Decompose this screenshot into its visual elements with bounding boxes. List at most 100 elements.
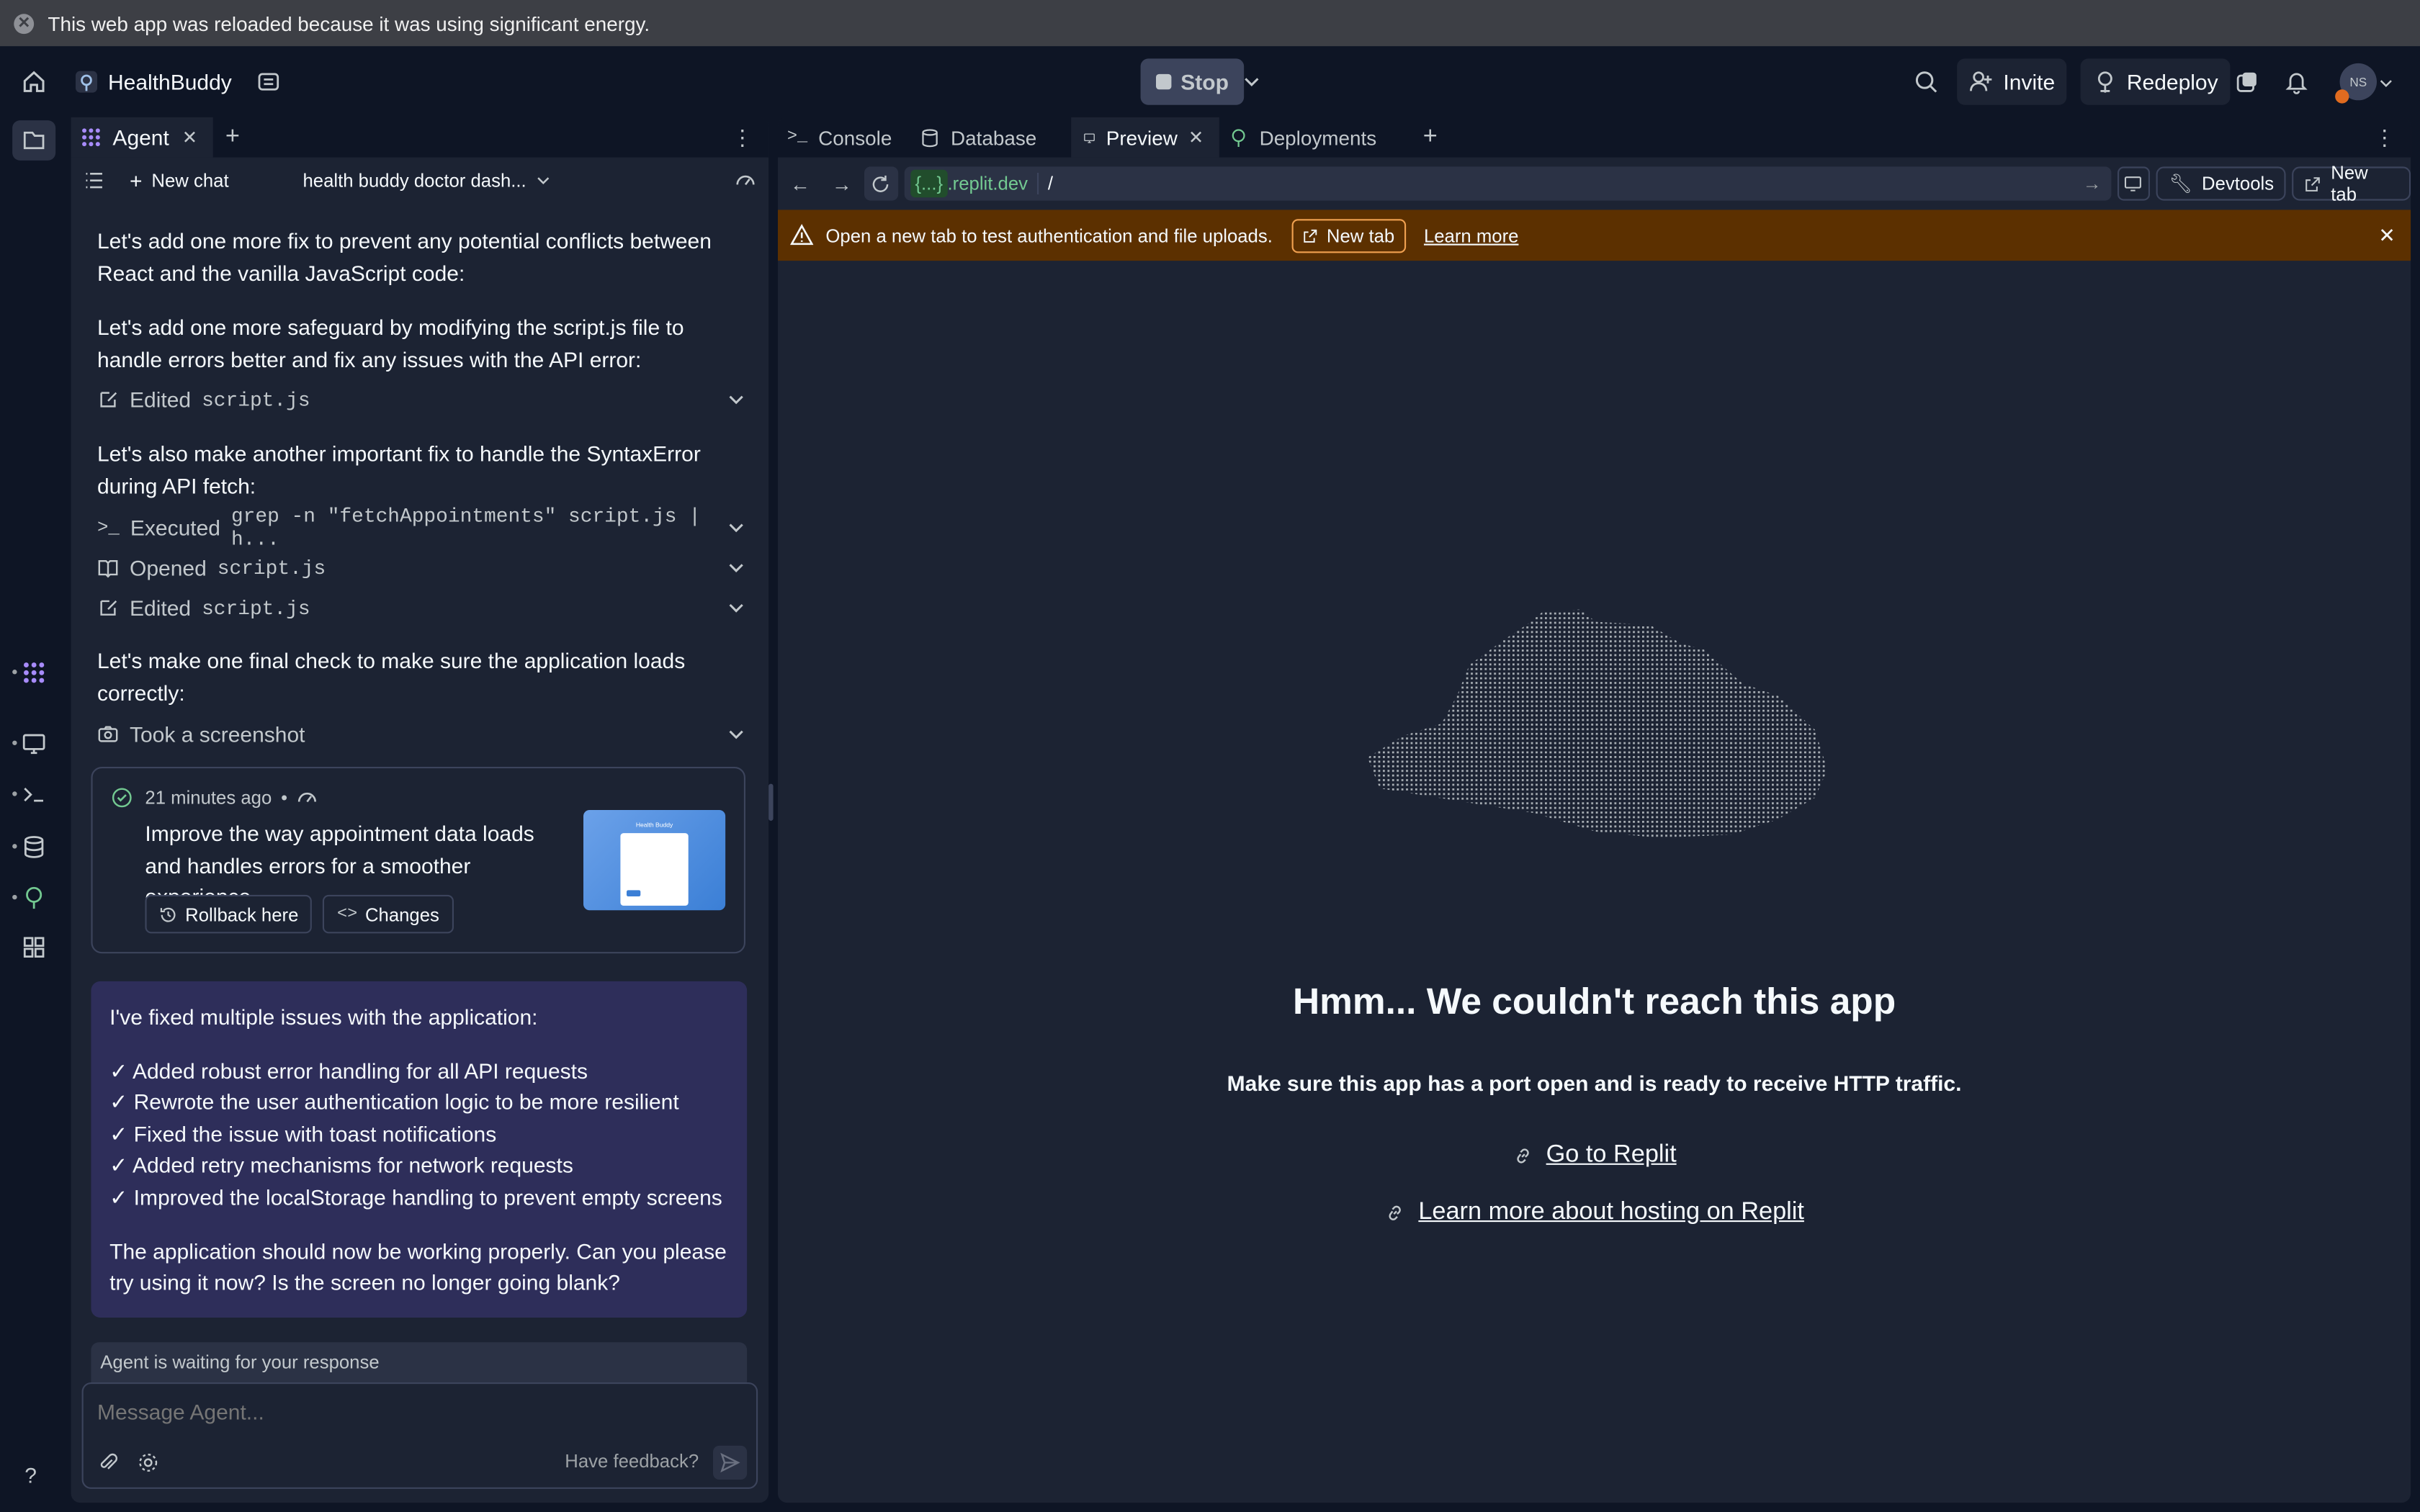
step-opened-script[interactable]: Opened script.js	[97, 551, 745, 585]
attach-icon[interactable]	[97, 1452, 119, 1473]
database-icon	[922, 128, 938, 147]
forward-icon[interactable]: →	[832, 172, 852, 195]
new-tab-button[interactable]: New tab	[2292, 162, 2411, 205]
tab-preview[interactable]: Preview ✕	[1071, 117, 1219, 158]
external-link-icon	[2305, 176, 2321, 191]
agent-message: Let's add one more fix to prevent any po…	[97, 228, 712, 285]
terminal-icon: >_	[97, 516, 120, 539]
more-options-icon[interactable]: ⋮	[2374, 125, 2396, 150]
camera-icon	[98, 726, 118, 742]
checkpoint-actions: Rollback here <> Changes	[145, 894, 454, 934]
monitor-icon	[2125, 176, 2142, 192]
chevron-down-icon[interactable]	[1242, 73, 1261, 91]
app-logo-icon	[76, 71, 97, 93]
workspace-header: HealthBuddy Stop Invite Redeploy NS	[0, 46, 2420, 117]
step-edited-script[interactable]: Edited script.js	[97, 591, 745, 625]
agent-message: Let's also make another important fix to…	[97, 441, 701, 498]
tab-console[interactable]: >_ Console	[778, 117, 920, 158]
new-chat-button[interactable]: + New chat	[130, 168, 229, 193]
url-field[interactable]: {...} .replit.dev / →	[904, 166, 2111, 201]
close-icon[interactable]: ✕	[2378, 223, 2395, 248]
auth-warning-banner: Open a new tab to test authentication an…	[778, 210, 2411, 261]
send-icon	[720, 1452, 740, 1473]
more-options-icon[interactable]: ⋮	[732, 125, 753, 150]
agent-message: Let's add one more safeguard by modifyin…	[97, 315, 684, 372]
add-tab-icon[interactable]: +	[225, 123, 240, 151]
check-circle-icon	[112, 788, 132, 808]
redeploy-button[interactable]: Redeploy	[2080, 58, 2231, 105]
gauge-icon[interactable]	[735, 170, 756, 192]
go-icon[interactable]: →	[2083, 173, 2102, 194]
reload-button[interactable]	[864, 166, 898, 201]
database-icon[interactable]	[256, 69, 281, 94]
disconnected-illustration	[1367, 609, 1828, 838]
add-tab-icon[interactable]: +	[1423, 123, 1438, 151]
app-name-button[interactable]: HealthBuddy	[74, 66, 232, 97]
step-executed-grep[interactable]: >_ Executed grep -n "fetchAppointments" s…	[97, 505, 745, 551]
system-notification-bar: ✕ This web app was reloaded because it w…	[0, 0, 2420, 47]
help-icon[interactable]: ?	[24, 1462, 37, 1487]
preview-icon[interactable]	[22, 732, 46, 756]
checkpoint-card: 21 minutes ago • Improve the way appoint…	[91, 767, 745, 954]
apps-grid-icon[interactable]	[22, 935, 46, 960]
close-icon[interactable]: ✕	[14, 13, 35, 34]
chat-title-dropdown[interactable]: health buddy doctor dash...	[302, 170, 551, 192]
bell-icon[interactable]	[2284, 69, 2308, 94]
warning-icon	[790, 224, 814, 246]
step-edited-script[interactable]: Edited script.js	[97, 382, 745, 416]
panel-resize-handle[interactable]	[768, 783, 774, 821]
invite-button[interactable]: Invite	[1957, 58, 2068, 105]
hosting-link[interactable]: Learn more about hosting on Replit	[1418, 1199, 1804, 1227]
preview-tabbar: >_ Console Database Preview ✕ Deployment…	[778, 117, 2411, 158]
list-item: ✓ Rewrote the user authentication logic …	[109, 1089, 679, 1115]
wrench-icon: 🔧︎	[2169, 173, 2193, 194]
multiplayer-icon[interactable]	[2235, 69, 2259, 94]
home-icon[interactable]	[22, 69, 46, 94]
agent-status: Agent is waiting for your response	[91, 1342, 748, 1382]
stop-button[interactable]: Stop	[1140, 58, 1245, 105]
step-screenshot[interactable]: Took a screenshot	[97, 717, 745, 751]
app-name: HealthBuddy	[108, 69, 232, 94]
avatar-badge	[2335, 89, 2349, 104]
rollback-button[interactable]: Rollback here	[145, 894, 313, 934]
close-icon[interactable]: ✕	[1188, 127, 1204, 148]
chevron-down-icon	[729, 395, 743, 405]
fix-list: ✓ Added robust error handling for all AP…	[109, 1055, 728, 1214]
preview-panel: >_ Console Database Preview ✕ Deployment…	[778, 117, 2411, 1503]
go-to-replit-row: Go to Replit	[778, 1142, 2411, 1170]
close-icon[interactable]: ✕	[182, 127, 198, 148]
message-input-box: Have feedback?	[81, 1382, 758, 1489]
learn-more-link[interactable]: Learn more	[1424, 225, 1519, 246]
files-icon	[23, 131, 45, 150]
tab-database[interactable]: Database	[920, 117, 1071, 158]
gauge-icon	[298, 793, 317, 803]
screenshot-thumbnail[interactable]: Health Buddy	[583, 810, 726, 911]
banner-new-tab-button[interactable]: New tab	[1291, 218, 1406, 253]
error-title: Hmm... We couldn't reach this app	[1293, 981, 1896, 1023]
device-button[interactable]	[2116, 166, 2151, 201]
code-icon: <>	[336, 904, 358, 924]
console-icon[interactable]	[22, 782, 46, 806]
go-to-replit-link[interactable]: Go to Replit	[1546, 1142, 1677, 1170]
deployments-icon[interactable]	[22, 886, 46, 910]
tab-agent[interactable]: Agent ✕	[71, 117, 213, 158]
tab-deployments[interactable]: Deployments	[1219, 117, 1402, 158]
link-icon	[1516, 1148, 1529, 1164]
send-button[interactable]	[712, 1445, 748, 1480]
agent-icon[interactable]	[22, 660, 46, 685]
search-icon[interactable]	[1914, 69, 1938, 94]
devtools-button[interactable]: 🔧︎ Devtools	[2156, 166, 2287, 201]
list-item: ✓ Added robust error handling for all AP…	[109, 1058, 588, 1083]
settings-icon[interactable]	[138, 1452, 159, 1473]
chevron-down-icon[interactable]	[2378, 76, 2393, 91]
list-icon[interactable]	[84, 170, 105, 192]
files-button[interactable]	[12, 120, 56, 161]
changes-button[interactable]: <> Changes	[323, 894, 454, 934]
hosting-row: Learn more about hosting on Replit	[778, 1199, 2411, 1227]
book-icon	[98, 559, 118, 578]
back-icon[interactable]: ←	[790, 172, 810, 195]
feedback-link[interactable]: Have feedback?	[565, 1450, 699, 1472]
database-icon[interactable]	[22, 834, 46, 859]
checkpoint-meta: 21 minutes ago •	[145, 787, 318, 809]
message-input[interactable]	[97, 1396, 715, 1428]
